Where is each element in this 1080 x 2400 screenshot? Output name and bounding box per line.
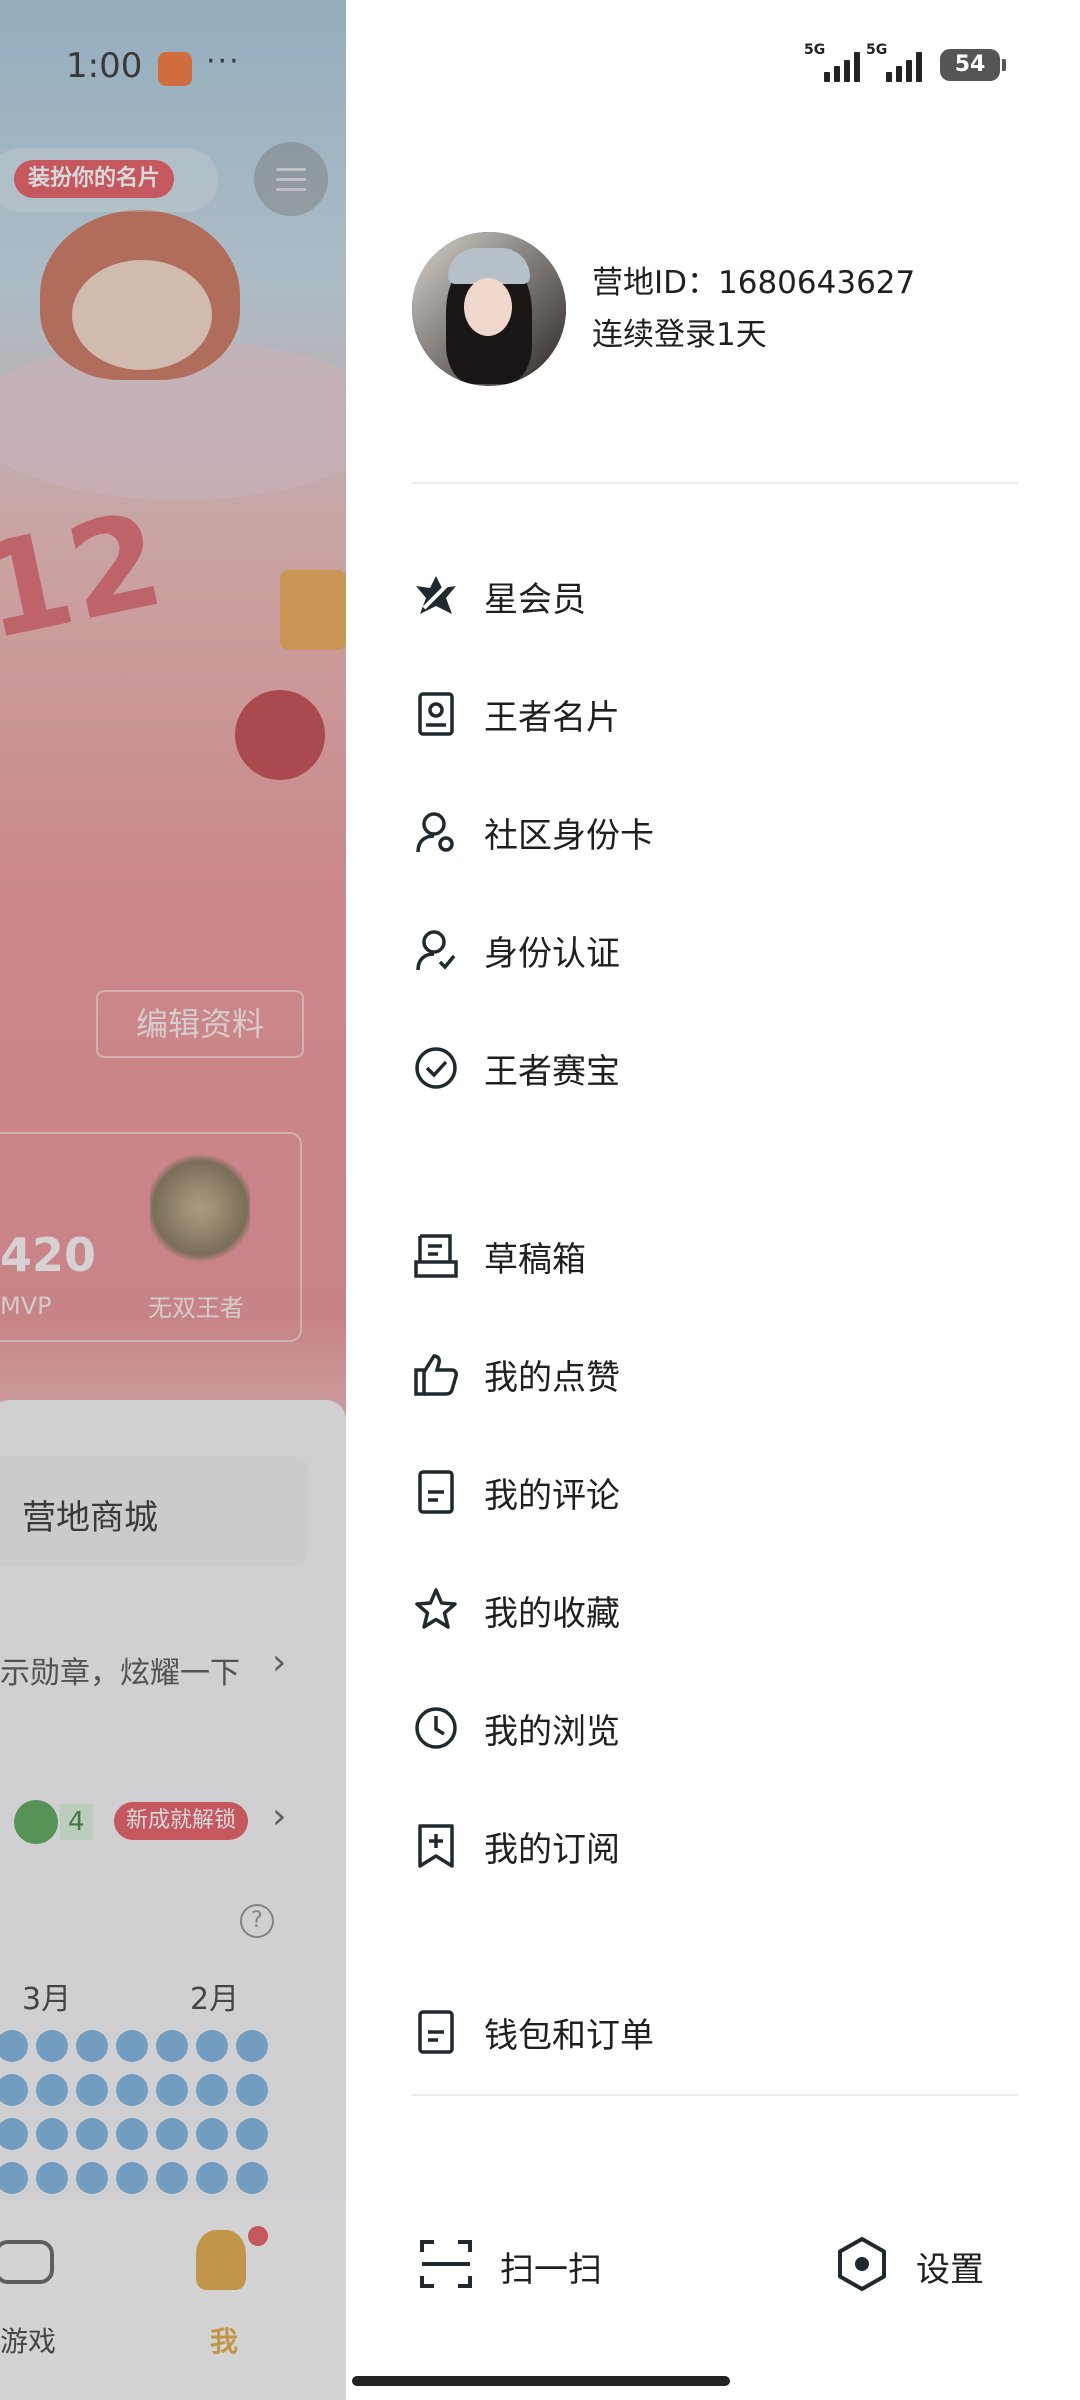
menu-label: 我的评论 [484,1475,620,1516]
menu-item-my-subscriptions[interactable]: 我的订阅 [412,1810,620,1882]
menu-item-king-match[interactable]: 王者赛宝 [412,1032,620,1104]
menu-item-my-comments[interactable]: 我的评论 [412,1456,620,1528]
menu-label: 钱包和订单 [484,2015,654,2056]
star-member-icon [412,572,460,620]
star-outline-icon [412,1586,460,1634]
wallet-doc-icon [412,2008,460,2056]
home-indicator[interactable] [352,2376,730,2386]
scan-button[interactable]: 扫一扫 [418,2226,602,2306]
check-circle-icon [412,1044,460,1092]
comment-doc-icon [412,1468,460,1516]
settings-label: 设置 [916,2249,984,2290]
menu-label: 身份认证 [484,933,620,974]
menu-item-community-id[interactable]: 社区身份卡 [412,796,654,868]
menu-label: 王者名片 [484,697,620,738]
menu-label: 星会员 [484,579,586,620]
menu-item-identity-verify[interactable]: 身份认证 [412,914,620,986]
scan-label: 扫一扫 [500,2249,602,2290]
bookmark-plus-icon [412,1822,460,1870]
profile-header[interactable]: 营地ID：1680643627 连续登录1天 [412,232,915,386]
camp-id: 营地ID：1680643627 [592,265,916,301]
menu-item-my-favorites[interactable]: 我的收藏 [412,1574,620,1646]
community-id-icon [412,808,460,856]
menu-item-my-history[interactable]: 我的浏览 [412,1692,620,1764]
menu-label: 我的点赞 [484,1357,620,1398]
verify-identity-icon [412,926,460,974]
menu-item-star-member[interactable]: 星会员 [412,560,586,632]
scan-icon [418,2236,474,2296]
menu-label: 王者赛宝 [484,1051,620,1092]
signal-5g-icon: 5G [804,42,860,82]
menu-item-my-likes[interactable]: 我的点赞 [412,1338,620,1410]
avatar[interactable] [412,232,566,386]
thumbs-up-icon [412,1350,460,1398]
divider [412,2094,1018,2096]
menu-item-wallet-orders[interactable]: 钱包和订单 [412,1996,654,2068]
login-streak: 连续登录1天 [592,317,767,353]
menu-item-name-card[interactable]: 王者名片 [412,678,620,750]
menu-label: 我的订阅 [484,1829,620,1870]
drafts-icon [412,1232,460,1280]
background-app[interactable]: 12 1:00 ··· 装扮你的名片 编辑资料 420 MVP 无双王者 营地商… [0,0,346,2400]
divider [412,482,1018,484]
menu-label: 社区身份卡 [484,815,654,856]
dim-overlay[interactable] [0,0,346,2400]
side-drawer: 5G 5G 54 营地ID：1680643627 连续登录1天 星会员 王者名片… [346,0,1080,2400]
menu-label: 草稿箱 [484,1239,586,1280]
battery-icon: 54 [940,49,1006,81]
signal-5g-icon: 5G [866,42,922,82]
menu-label: 我的收藏 [484,1593,620,1634]
menu-label: 我的浏览 [484,1711,620,1752]
menu-item-drafts[interactable]: 草稿箱 [412,1220,586,1292]
name-card-icon [412,690,460,738]
status-bar-right: 5G 5G 54 [804,42,1006,82]
clock-icon [412,1704,460,1752]
gear-icon [834,2236,890,2296]
settings-button[interactable]: 设置 [834,2226,984,2306]
